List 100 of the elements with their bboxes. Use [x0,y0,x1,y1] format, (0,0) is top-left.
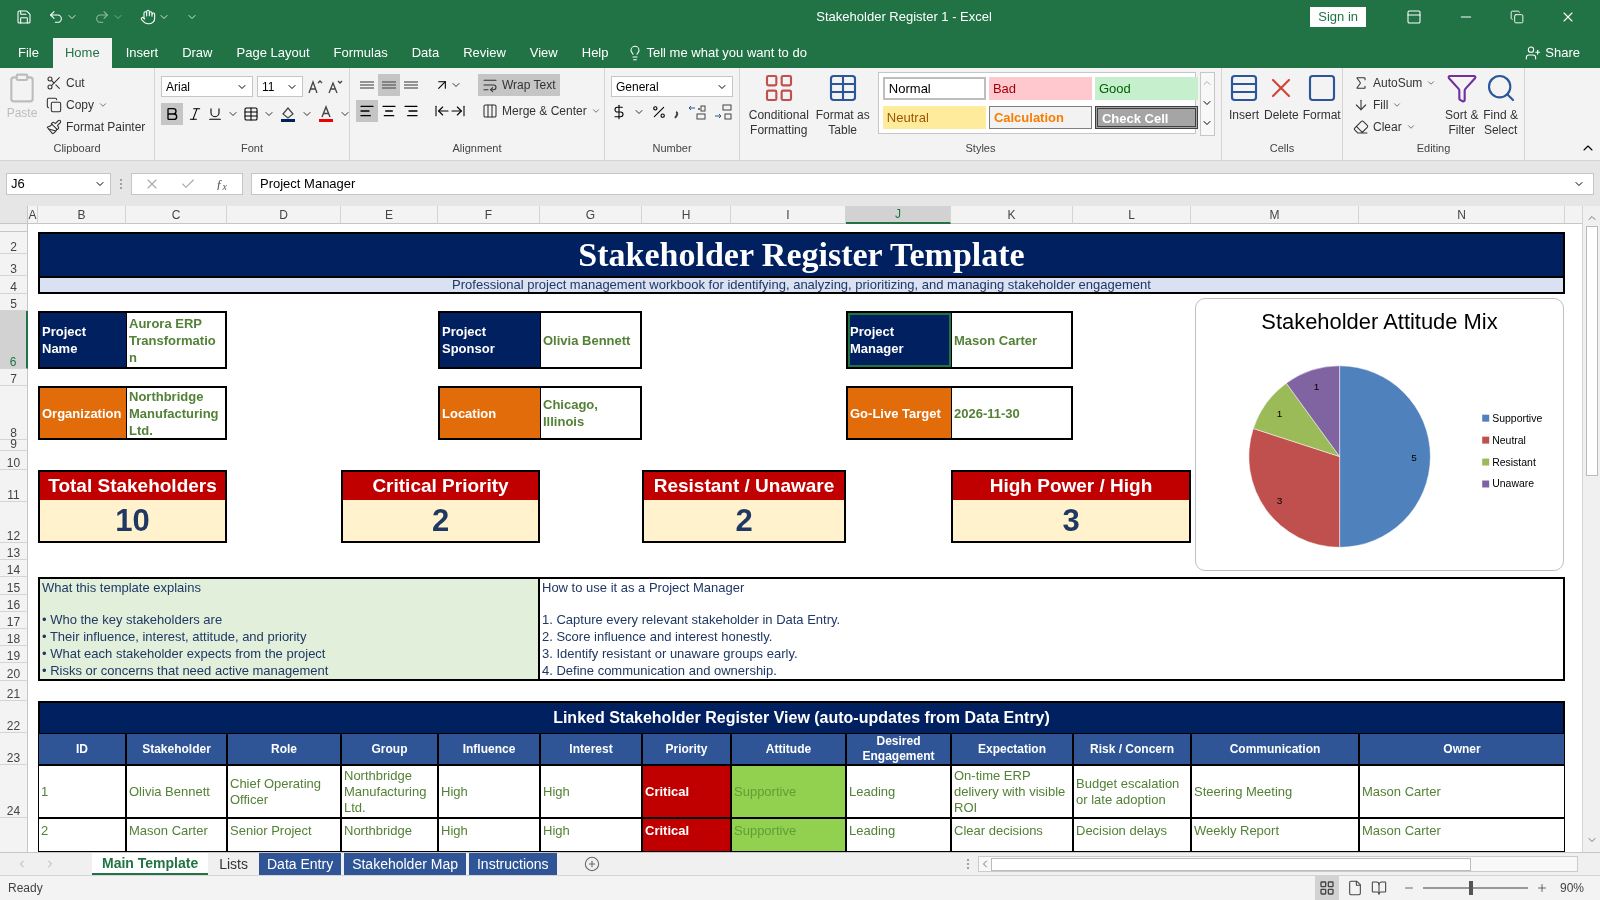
shrink-font-icon[interactable] [327,78,343,95]
autosum-button[interactable]: AutoSum [1349,72,1441,94]
find-select-button[interactable]: Find & Select [1483,72,1518,138]
sheet-tab[interactable]: Main Template [92,853,209,875]
horizontal-scrollbar[interactable] [978,856,1578,872]
row-header[interactable]: 15 [0,577,28,595]
bold-button[interactable] [161,103,183,125]
page-layout-view-icon[interactable] [1346,880,1363,896]
info-label[interactable]: Project Name [40,313,126,367]
name-box[interactable]: J6 [6,172,111,195]
sheet-tab[interactable]: Data Entry [259,853,342,875]
column-header[interactable]: I [731,206,846,224]
ribbon-display-icon[interactable] [1406,9,1422,25]
info-label[interactable]: Project Sponsor [440,313,540,367]
row-header[interactable]: 8 [0,386,28,440]
row-header[interactable]: 3 [0,254,28,276]
grow-font-icon[interactable] [307,78,323,95]
cut-button[interactable]: Cut [42,72,150,94]
cell-style-option[interactable]: Good [1094,77,1198,100]
font-size-field[interactable]: 11 [257,76,303,97]
page-break-view-icon[interactable] [1370,880,1387,896]
font-name-field[interactable]: Arial [161,76,253,97]
italic-icon[interactable] [187,106,203,122]
touch-mode-icon[interactable] [140,9,156,25]
decrease-indent-icon[interactable] [434,103,450,119]
column-header[interactable]: H [642,206,731,224]
scrollbar-thumb[interactable] [991,857,1471,871]
row-header[interactable]: 18 [0,629,28,646]
restore-icon[interactable] [1510,10,1524,24]
ribbon-tab[interactable]: Insert [115,38,169,68]
row-header[interactable]: 22 [0,701,28,733]
row-header[interactable]: 20 [0,663,28,681]
delete-button[interactable]: Delete [1264,72,1299,123]
tell-me-field[interactable]: Tell me what you want to do [646,43,807,63]
formula-field[interactable]: Project Manager [251,172,1594,195]
column-header[interactable]: K [951,206,1073,224]
column-header[interactable]: M [1191,206,1359,224]
insert-function-button[interactable]: ƒ$_{x}$ [216,175,227,192]
zoom-level[interactable]: 90% [1559,879,1584,897]
percent-icon[interactable] [651,104,667,120]
decrease-decimal-icon[interactable] [713,103,733,121]
row-header[interactable]: 21 [0,681,28,701]
conditional-formatting-button[interactable]: Conditional Formatting [746,72,812,138]
ribbon-tab[interactable]: File [8,38,49,68]
row-header[interactable]: 16 [0,595,28,612]
column-header[interactable]: J [846,206,951,224]
row-header[interactable]: 24 [0,765,28,818]
column-header[interactable]: B [38,206,126,224]
clear-button[interactable]: Clear [1349,116,1441,138]
ribbon-tab[interactable]: View [519,38,568,68]
sheet-tab[interactable]: Stakeholder Map [344,853,466,875]
row-header[interactable]: 10 [0,451,28,470]
vertical-scrollbar[interactable] [1582,206,1600,852]
currency-icon[interactable] [611,104,627,120]
column-header[interactable]: F [438,206,540,224]
column-header[interactable]: L [1073,206,1191,224]
row-header[interactable]: 11 [0,470,28,502]
save-icon[interactable] [16,9,32,25]
row-header[interactable]: 12 [0,502,28,543]
sign-in-button[interactable]: Sign in [1310,7,1366,27]
ribbon-tab[interactable]: Data [401,38,450,68]
row-header[interactable]: 19 [0,646,28,663]
number-format-field[interactable]: General [611,76,733,97]
ribbon-tab[interactable]: Formulas [323,38,398,68]
increase-decimal-icon[interactable] [687,103,707,121]
ribbon-tab[interactable]: Home [52,38,112,68]
ribbon-tab[interactable]: Page Layout [226,38,320,68]
ribbon-tab[interactable]: Help [571,38,619,68]
format-button[interactable]: Format [1302,72,1341,123]
redo-icon[interactable] [94,9,110,25]
zoom-slider[interactable] [1422,881,1528,895]
cell-style-option[interactable]: Bad [988,77,1092,100]
row-header[interactable]: 14 [0,560,28,577]
row-header[interactable]: 9 [0,440,28,451]
cell-style-option[interactable]: Neutral [882,106,986,129]
row-header[interactable]: 7 [0,369,28,386]
share-icon[interactable] [1525,45,1542,61]
ribbon-tab[interactable]: Draw [172,38,223,68]
zoom-thumb[interactable] [1469,881,1474,895]
row-header[interactable]: 2 [0,232,28,254]
sheet-tab[interactable]: Instructions [469,853,557,875]
share-button[interactable]: Share [1545,43,1580,63]
column-header[interactable]: N [1359,206,1565,224]
sort-filter-button[interactable]: Sort & Filter [1444,72,1480,138]
fill-color-icon[interactable] [279,105,297,123]
format-painter-button[interactable]: Format Painter [42,116,150,138]
row-header[interactable]: 6 [0,311,28,369]
merge-center-button[interactable]: Merge & Center [478,100,605,122]
undo-icon[interactable] [48,9,64,25]
insert-button[interactable]: Insert [1228,72,1260,123]
column-header[interactable]: E [341,206,438,224]
cell-style-option[interactable]: Normal [882,77,986,100]
ribbon-tab[interactable]: Review [453,38,516,68]
scrollbar-thumb[interactable] [1585,226,1598,476]
add-sheet-icon[interactable] [583,856,600,872]
row-header[interactable]: 5 [0,294,28,311]
column-header[interactable]: G [540,206,642,224]
row-header[interactable]: 23 [0,733,28,765]
increase-indent-icon[interactable] [450,103,466,119]
align-left-button[interactable] [356,100,378,122]
